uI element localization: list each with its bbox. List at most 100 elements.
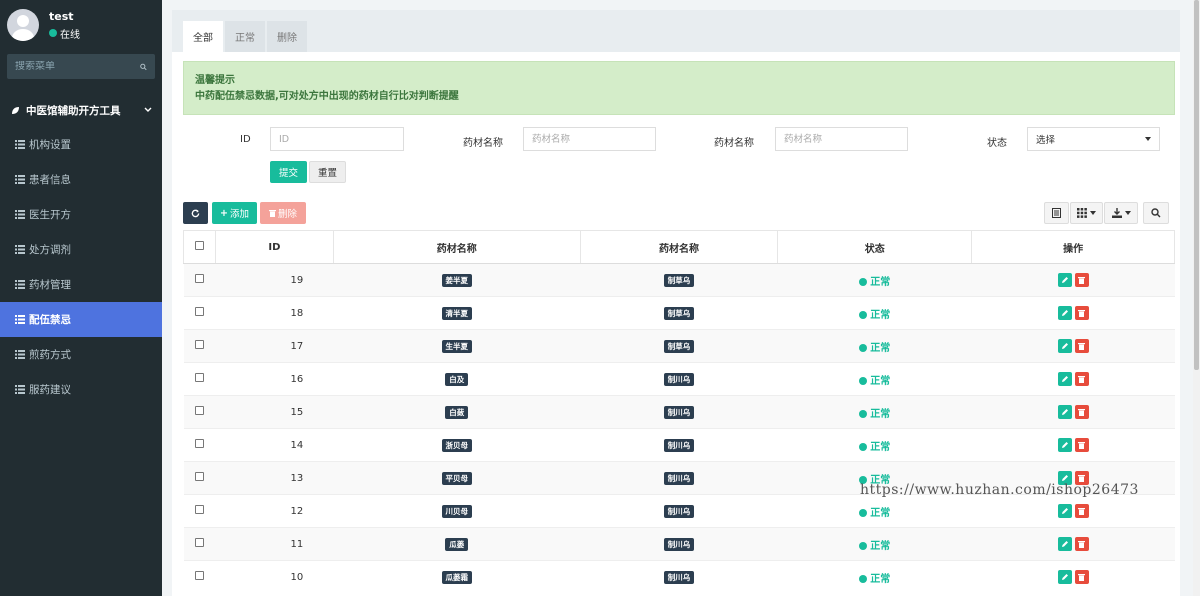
status-label: 正常 [859, 508, 890, 519]
scrollbar[interactable] [1193, 0, 1200, 596]
delete-button[interactable] [1074, 372, 1089, 386]
edit-button[interactable] [1057, 504, 1072, 518]
delete-button[interactable] [1074, 537, 1089, 551]
status-label: 正常 [859, 574, 890, 585]
table-row[interactable]: 19 姜半夏 制草乌 正常 [183, 263, 1175, 297]
delete-button[interactable] [1074, 273, 1089, 287]
delete-button[interactable] [1074, 339, 1089, 353]
status-dot-icon [859, 574, 868, 583]
filter-id-input[interactable] [270, 127, 404, 151]
reset-button[interactable]: 重置 [309, 161, 346, 183]
edit-button[interactable] [1057, 570, 1072, 585]
col-header-id[interactable]: ID [214, 230, 334, 264]
row-checkbox[interactable] [194, 406, 204, 415]
col-header-herb1[interactable]: 药材名称 [332, 230, 581, 264]
list-icon [15, 175, 25, 184]
row-checkbox[interactable] [194, 538, 204, 547]
alert-title: 温馨提示 [195, 75, 235, 86]
refresh-button[interactable] [183, 202, 208, 224]
cell-id: 17 [215, 329, 334, 363]
tab-bar: 全部 正常 删除 [172, 10, 1180, 52]
row-checkbox[interactable] [194, 472, 204, 481]
sidebar-item-patients[interactable]: 患者信息 [0, 162, 162, 197]
row-checkbox[interactable] [194, 274, 204, 283]
tab-all[interactable]: 全部 [183, 21, 223, 52]
tab-normal[interactable]: 正常 [225, 21, 265, 52]
col-header-status[interactable]: 状态 [777, 230, 973, 264]
main-content: 全部 正常 删除 温馨提示 中药配伍禁忌数据,可对处方中出现的药材自行比对判断提… [162, 0, 1200, 596]
edit-button[interactable] [1057, 405, 1072, 419]
data-table: ID 药材名称 药材名称 状态 操作 19 姜半夏 制草乌 正常 18 清半夏 制草乌 正常 1… [183, 230, 1175, 594]
edit-button[interactable] [1057, 339, 1072, 353]
sidebar-item-dispensing[interactable]: 处方调剂 [0, 232, 162, 267]
filter-herb1-input[interactable] [523, 127, 656, 151]
status-dot-icon [859, 277, 868, 286]
search-toggle-button[interactable] [1143, 202, 1169, 224]
delete-button[interactable] [1074, 570, 1089, 585]
row-checkbox[interactable] [194, 439, 204, 448]
row-checkbox[interactable] [194, 340, 204, 349]
sidebar-item-prescribe[interactable]: 医生开方 [0, 197, 162, 232]
sidebar-item-incompatibility[interactable]: 配伍禁忌 [0, 302, 162, 337]
columns-button[interactable] [1070, 202, 1103, 224]
add-button[interactable]: + 添加 [212, 202, 257, 224]
delete-button[interactable] [1074, 504, 1089, 518]
herb2-badge: 制草乌 [663, 306, 695, 320]
avatar[interactable] [7, 9, 39, 41]
edit-button[interactable] [1057, 537, 1072, 551]
sidebar-item-org-settings[interactable]: 机构设置 [0, 127, 162, 162]
caret-down-icon [1145, 137, 1151, 141]
table-row[interactable]: 10 瓜蒌霜 制川乌 正常 [183, 560, 1175, 594]
tip-alert: 温馨提示 中药配伍禁忌数据,可对处方中出现的药材自行比对判断提醒 [183, 61, 1175, 115]
edit-button[interactable] [1057, 438, 1072, 452]
edit-button[interactable] [1057, 306, 1072, 320]
table-row[interactable]: 14 浙贝母 制川乌 正常 [183, 428, 1175, 462]
edit-button[interactable] [1057, 372, 1072, 386]
pencil-icon [1061, 475, 1068, 481]
table-row[interactable]: 15 白蔹 制川乌 正常 [183, 395, 1175, 429]
trash-icon [1078, 277, 1086, 284]
table-row[interactable]: 12 川贝母 制川乌 正常 [183, 494, 1175, 528]
filter-herb2-label: 药材名称 [714, 138, 754, 149]
search-icon[interactable] [140, 62, 147, 72]
row-checkbox[interactable] [194, 373, 204, 382]
cell-id: 11 [215, 527, 334, 561]
online-dot-icon [49, 29, 57, 37]
batch-delete-button[interactable]: 删除 [260, 202, 306, 224]
scrollbar-thumb[interactable] [1194, 0, 1199, 370]
table-row[interactable]: 16 白及 制川乌 正常 [183, 362, 1175, 396]
menu-group-header[interactable]: 中医馆辅助开方工具 [0, 93, 162, 127]
pencil-icon [1061, 343, 1068, 349]
pencil-icon [1061, 442, 1068, 448]
caret-down-icon [1124, 211, 1131, 215]
sidebar-item-decoction[interactable]: 煎药方式 [0, 337, 162, 372]
download-button[interactable] [1104, 202, 1138, 224]
sidebar-item-herbs[interactable]: 药材管理 [0, 267, 162, 302]
row-checkbox[interactable] [194, 307, 204, 316]
row-checkbox[interactable] [194, 571, 204, 581]
row-checkbox[interactable] [194, 505, 204, 514]
filter-status-label: 状态 [987, 138, 1007, 149]
select-all-checkbox[interactable] [194, 241, 204, 250]
tab-deleted[interactable]: 删除 [267, 21, 307, 52]
submit-button[interactable]: 提交 [270, 161, 307, 183]
trash-icon [1078, 475, 1086, 482]
herb1-badge: 生半夏 [441, 339, 473, 353]
trash-icon [1078, 574, 1086, 582]
table-row[interactable]: 11 瓜蒌 制川乌 正常 [183, 527, 1175, 561]
table-row[interactable]: 18 清半夏 制草乌 正常 [183, 296, 1175, 330]
sidebar-item-medication-advice[interactable]: 服药建议 [0, 372, 162, 407]
export-toggle-button[interactable] [1044, 202, 1069, 224]
delete-button[interactable] [1074, 306, 1089, 320]
menu-search-input[interactable] [15, 61, 140, 72]
col-header-herb2[interactable]: 药材名称 [579, 230, 779, 264]
table-row[interactable]: 17 生半夏 制草乌 正常 [183, 329, 1175, 363]
filter-status-select[interactable]: 选择 [1027, 127, 1160, 151]
delete-button[interactable] [1074, 438, 1089, 452]
edit-button[interactable] [1057, 273, 1072, 287]
table-body: 19 姜半夏 制草乌 正常 18 清半夏 制草乌 正常 17 生半夏 制草乌 正常 16 白及 制川乌 正常 1… [183, 263, 1175, 594]
delete-button[interactable] [1074, 405, 1089, 419]
pencil-icon [1061, 310, 1068, 316]
filter-herb2-input[interactable] [775, 127, 908, 151]
user-name: test [49, 9, 74, 23]
